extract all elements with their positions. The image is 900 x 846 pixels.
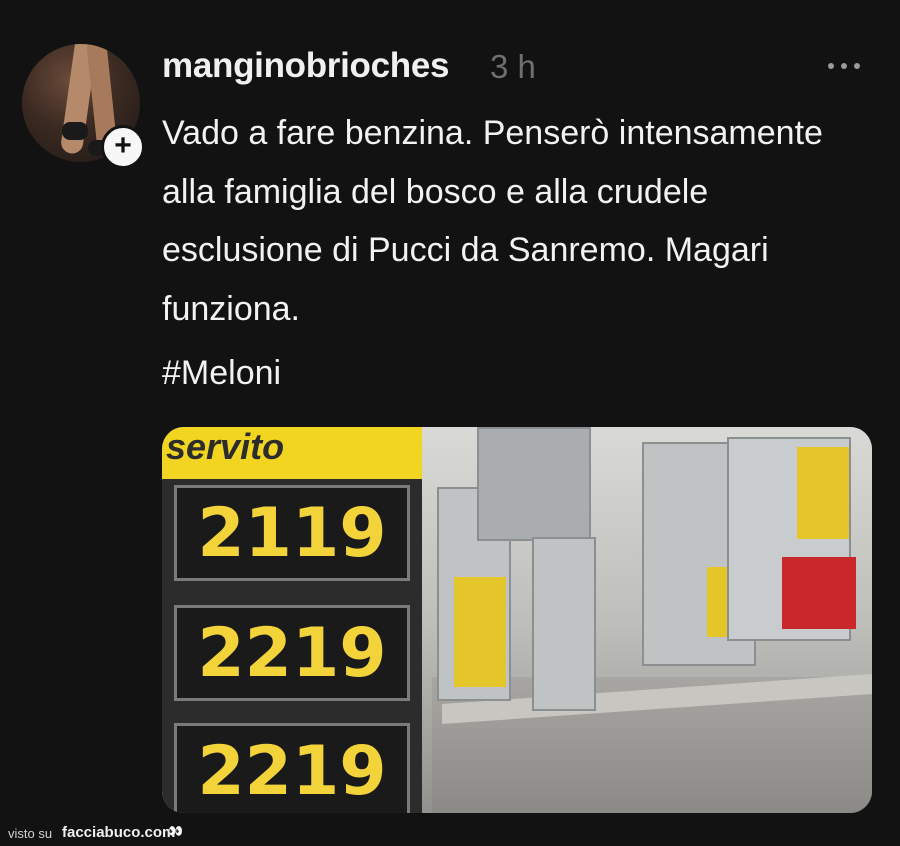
post-time: 3 h — [490, 48, 536, 85]
footer-site-link[interactable]: facciabuco.com — [62, 824, 175, 841]
brand-sign: servito — [162, 427, 422, 479]
footer-visto-label: visto su — [8, 826, 53, 841]
more-dots-icon[interactable] — [828, 56, 872, 76]
username[interactable]: manginobrioches — [162, 46, 450, 86]
post-text: Vado a fare benzina. Penserò intensament… — [162, 114, 823, 328]
hashtag-link[interactable]: #Meloni — [162, 354, 281, 393]
pump-yellow-panel — [454, 577, 506, 687]
building-yellow-sign — [797, 447, 849, 539]
eyes-icon: 👀 — [168, 824, 183, 838]
fuel-pump-top — [477, 427, 591, 541]
price-row: 2219 — [174, 605, 410, 701]
price-row: 2119 — [174, 485, 410, 581]
price-value: 2119 — [197, 493, 387, 573]
price-value: 2219 — [197, 613, 387, 693]
price-value: 2219 — [197, 731, 387, 811]
footer-bar: visto su facciabuco.com 👀 — [0, 820, 900, 846]
fuel-pump — [532, 537, 596, 711]
price-row: 2219 — [174, 723, 410, 813]
follow-button[interactable]: + — [101, 125, 145, 169]
price-board: servito 2119 2219 2219 — [162, 427, 422, 813]
avatar-shoe — [62, 122, 88, 140]
post-photo[interactable]: servito 2119 2219 2219 — [162, 427, 872, 813]
red-cart — [782, 557, 856, 629]
